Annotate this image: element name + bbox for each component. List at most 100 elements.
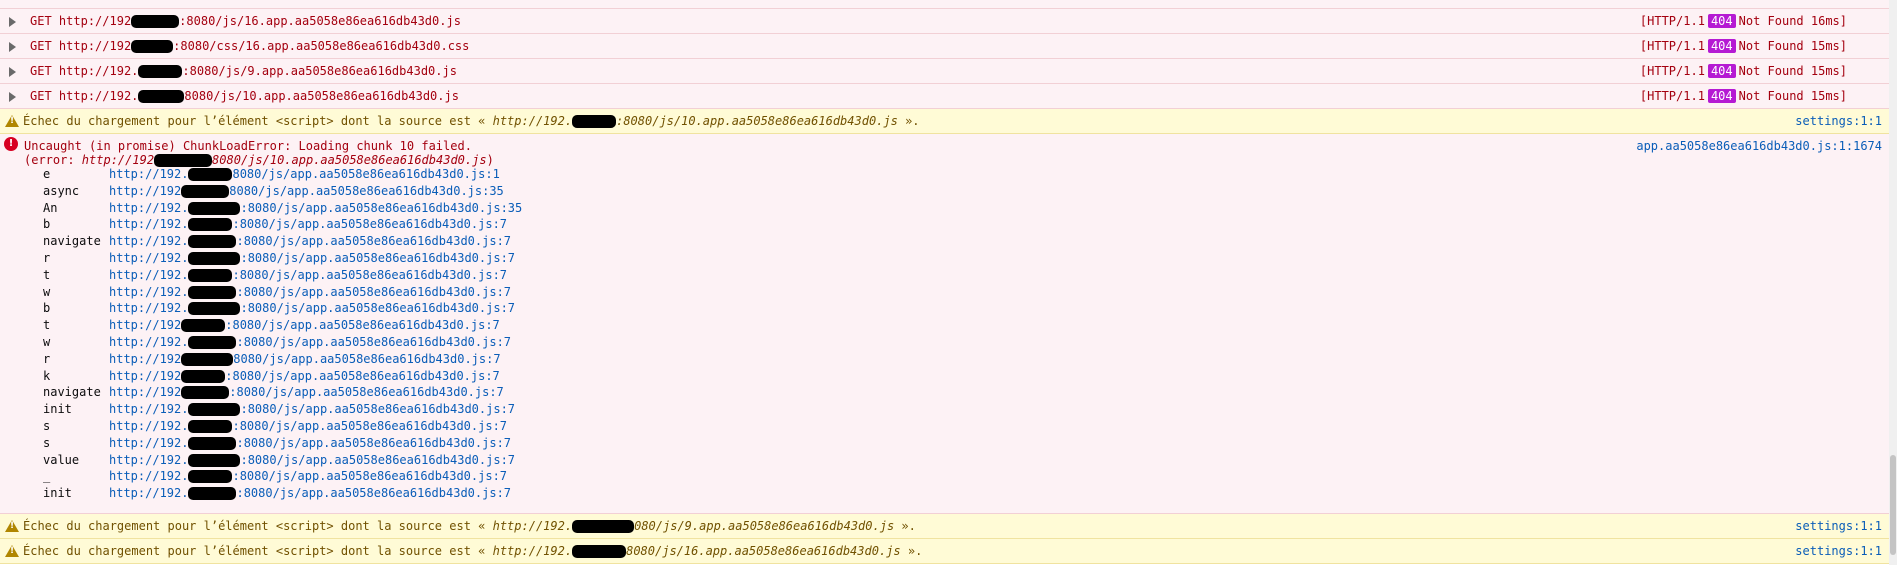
redaction-mark	[188, 336, 237, 349]
status-badge: 404	[1707, 14, 1736, 28]
warning-icon	[5, 115, 19, 127]
stack-frame-function: navigate	[43, 234, 101, 249]
request-line[interactable]: GET http://192:8080/js/16.app.aa5058e86e…	[30, 14, 461, 28]
stack-frame: k http://192:8080/js/app.aa5058e86ea616db…	[0, 369, 700, 383]
stack-frame-function: w	[43, 284, 51, 299]
stack-frame-link[interactable]: http://192 8080/js/app.aa5058e86ea616db43…	[109, 352, 501, 366]
source-link[interactable]: settings:1:1	[1795, 544, 1882, 558]
error-row[interactable]: ! Uncaught (in promise) ChunkLoadError: …	[0, 134, 1897, 514]
stack-frame-link[interactable]: http://192:8080/js/app.aa5058e86ea616db4…	[109, 369, 500, 383]
expand-toggle-icon[interactable]	[9, 42, 16, 52]
stack-frame-link[interactable]: http://192.:8080/js/app.aa5058e86ea616db…	[109, 436, 511, 450]
stack-frame-link[interactable]: http://192:8080/js/app.aa5058e86ea616db4…	[109, 318, 500, 333]
stack-frame-link[interactable]: http://192 8080/js/app.aa5058e86ea616db43…	[109, 184, 504, 198]
request-status: [HTTP/1.1 404 Not Found 15ms]	[1639, 89, 1847, 103]
stack-frame: b http://192.:8080/js/app.aa5058e86ea616d…	[0, 217, 700, 232]
stack-frame-link[interactable]: http://192.:8080/js/app.aa5058e86ea616db…	[109, 453, 515, 467]
stack-frame-link[interactable]: http://192.:8080/js/app.aa5058e86ea616db…	[109, 419, 507, 433]
redaction-mark	[188, 285, 237, 299]
redaction-mark	[138, 90, 185, 103]
redaction-mark	[181, 352, 234, 366]
request-status: [HTTP/1.1 404 Not Found 16ms]	[1639, 14, 1847, 28]
request-status: [HTTP/1.1 404 Not Found 15ms]	[1639, 39, 1847, 53]
stack-frame: r http://192 8080/js/app.aa5058e86ea616db4…	[0, 352, 700, 366]
stack-frame-function: t	[43, 267, 51, 282]
stack-frame-link[interactable]: http://192.:8080/js/app.aa5058e86ea616db…	[109, 402, 515, 417]
stack-trace: e http://192. 8080/js/app.aa5058e86ea616db…	[0, 167, 700, 512]
stack-frame-link[interactable]: http://192.:8080/js/app.aa5058e86ea616db…	[109, 301, 515, 316]
stack-frame: init http://192.:8080/js/app.aa5058e86ea6…	[0, 402, 700, 417]
redaction-mark	[188, 436, 237, 450]
expand-toggle-icon[interactable]	[9, 17, 16, 27]
stack-frame-link[interactable]: http://192.:8080/js/app.aa5058e86ea616db…	[109, 251, 515, 265]
stack-frame: w http://192.:8080/js/app.aa5058e86ea616d…	[0, 285, 700, 299]
stack-frame: w http://192.:8080/js/app.aa5058e86ea616d…	[0, 335, 700, 349]
redaction-mark	[138, 65, 183, 78]
network-request-row[interactable]: GET http://192. 8080/js/10.app.aa5058e86e…	[0, 84, 1897, 109]
stack-frame-link[interactable]: http://192.:8080/js/app.aa5058e86ea616db…	[109, 234, 511, 249]
network-request-row[interactable]: GET http://192:8080/js/16.app.aa5058e86e…	[0, 9, 1897, 34]
redaction-mark	[188, 268, 233, 282]
stack-frame-link[interactable]: http://192.:8080/js/app.aa5058e86ea616db…	[109, 268, 507, 282]
stack-frame-function: r	[43, 351, 51, 366]
expand-toggle-icon[interactable]	[9, 67, 16, 77]
status-badge: 404	[1707, 64, 1736, 78]
stack-frame-function: An	[43, 200, 58, 215]
redaction-mark	[188, 403, 241, 417]
redaction-mark	[131, 40, 174, 53]
stack-frame: An http://192.:8080/js/app.aa5058e86ea616…	[0, 201, 700, 215]
source-link[interactable]: settings:1:1	[1795, 114, 1882, 128]
stack-frame: s http://192.:8080/js/app.aa5058e86ea616d…	[0, 436, 700, 450]
redaction-mark	[188, 201, 241, 215]
stack-frame-function: _	[43, 469, 51, 484]
stack-frame: t http://192.:8080/js/app.aa5058e86ea616d…	[0, 268, 700, 282]
stack-frame-function: navigate	[43, 385, 101, 400]
vertical-scrollbar[interactable]	[1889, 0, 1897, 565]
redaction-mark	[188, 453, 241, 467]
stack-frame-link[interactable]: http://192.:8080/js/app.aa5058e86ea616db…	[109, 285, 511, 299]
stack-frame: navigate http://192.:8080/js/app.aa5058e8…	[0, 234, 700, 249]
stack-frame: s http://192.:8080/js/app.aa5058e86ea616d…	[0, 419, 700, 433]
redaction-mark	[572, 520, 635, 533]
request-line[interactable]: GET http://192:8080/css/16.app.aa5058e86…	[30, 39, 469, 53]
redaction-mark	[188, 487, 237, 501]
stack-frame-link[interactable]: http://192.:8080/js/app.aa5058e86ea616db…	[109, 217, 507, 232]
network-request-row[interactable]: GET http://192:8080/css/16.app.aa5058e86…	[0, 34, 1897, 59]
stack-frame-link[interactable]: http://192. 8080/js/app.aa5058e86ea616db4…	[109, 167, 500, 181]
stack-frame-link[interactable]: http://192:8080/js/app.aa5058e86ea616db4…	[109, 385, 504, 400]
redaction-mark	[188, 235, 237, 249]
redaction-mark	[154, 154, 213, 167]
source-link[interactable]: app.aa5058e86ea616db43d0.js:1:1674	[1636, 139, 1882, 153]
status-badge: 404	[1707, 89, 1736, 103]
request-status: [HTTP/1.1 404 Not Found 15ms]	[1639, 64, 1847, 78]
stack-frame-link[interactable]: http://192.:8080/js/app.aa5058e86ea616db…	[109, 486, 511, 501]
stack-frame: value http://192.:8080/js/app.aa5058e86ea…	[0, 453, 700, 467]
redaction-mark	[188, 168, 233, 181]
stack-frame-link[interactable]: http://192.:8080/js/app.aa5058e86ea616db…	[109, 201, 522, 215]
stack-frame-link[interactable]: http://192.:8080/js/app.aa5058e86ea616db…	[109, 335, 511, 349]
redaction-mark	[572, 545, 627, 558]
redaction-mark	[572, 115, 617, 128]
scrollbar-thumb[interactable]	[1890, 455, 1896, 555]
warning-row[interactable]: Échec du chargement pour l’élément <scri…	[0, 539, 1897, 564]
stack-frame: t http://192:8080/js/app.aa5058e86ea616db…	[0, 318, 700, 333]
expand-toggle-icon[interactable]	[9, 92, 16, 102]
source-link[interactable]: settings:1:1	[1795, 519, 1882, 533]
stack-frame-link[interactable]: http://192.:8080/js/app.aa5058e86ea616db…	[109, 469, 507, 484]
warning-icon	[5, 545, 19, 557]
error-message: Uncaught (in promise) ChunkLoadError: Lo…	[24, 139, 472, 153]
network-request-row[interactable]: GET http://192.:8080/js/9.app.aa5058e86e…	[0, 59, 1897, 84]
stack-frame-function: value	[43, 452, 80, 467]
warning-message: Échec du chargement pour l’élément <scri…	[23, 544, 923, 558]
stack-frame: _ http://192.:8080/js/app.aa5058e86ea616d…	[0, 469, 700, 484]
stack-frame-function: r	[43, 251, 51, 265]
stack-frame: navigate http://192:8080/js/app.aa5058e86…	[0, 385, 700, 400]
request-line[interactable]: GET http://192.:8080/js/9.app.aa5058e86e…	[30, 64, 457, 78]
warning-row[interactable]: Échec du chargement pour l’élément <scri…	[0, 514, 1897, 539]
warning-row[interactable]: Échec du chargement pour l’élément <scri…	[0, 109, 1897, 134]
stack-frame-function: s	[43, 435, 51, 450]
request-line[interactable]: GET http://192. 8080/js/10.app.aa5058e86e…	[30, 89, 459, 103]
stack-frame-function: async	[43, 183, 80, 198]
warning-message: Échec du chargement pour l’élément <scri…	[23, 519, 916, 533]
stack-frame: async http://192 8080/js/app.aa5058e86ea61…	[0, 184, 700, 198]
